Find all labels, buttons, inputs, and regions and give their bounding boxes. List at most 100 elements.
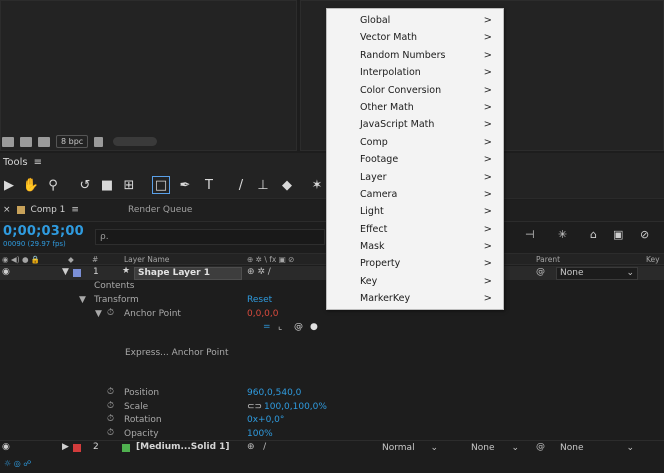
expand-triangle-icon[interactable]: ▼ <box>62 267 69 277</box>
layer-search-input[interactable]: ρ. <box>95 229 325 245</box>
pen-tool-icon[interactable]: ✒ <box>176 176 194 194</box>
column-parent[interactable]: Parent <box>536 255 560 264</box>
motion-blur-icon[interactable]: ▣ <box>613 228 623 241</box>
blend-mode-select[interactable]: Normal ⌄ <box>378 442 442 455</box>
video-toggle-icon[interactable]: ◉ <box>2 267 10 277</box>
expand-triangle-icon[interactable]: ▼ <box>79 295 86 305</box>
tab-render-queue[interactable]: Render Queue <box>128 205 192 215</box>
stopwatch-icon[interactable]: ⏱ <box>107 308 114 318</box>
stopwatch-icon[interactable]: ⏱ <box>107 428 114 438</box>
pickwhip-icon[interactable]: @ <box>294 322 303 332</box>
video-toggle-icon[interactable]: ◉ <box>2 442 10 452</box>
eraser-tool-icon[interactable]: ◆ <box>278 176 296 194</box>
opacity-value[interactable]: 100% <box>247 429 273 439</box>
layer-label-color[interactable] <box>73 444 81 452</box>
contents-group[interactable]: Contents <box>94 281 134 291</box>
menu-item-camera[interactable]: Camera > <box>327 186 503 203</box>
menu-item-javascript-math[interactable]: JavaScript Math > <box>327 116 503 133</box>
rotation-value[interactable]: 0x+0,0° <box>247 415 284 425</box>
graph-editor-icon[interactable]: ⊘ <box>640 228 649 241</box>
menu-item-color-conversion[interactable]: Color Conversion > <box>327 82 503 99</box>
track-matte-select[interactable]: None ⌄ <box>467 442 523 455</box>
language-menu-icon[interactable]: ● <box>310 322 318 332</box>
timeline-footer-icons[interactable]: ☼ ◎ ☍ <box>4 459 31 468</box>
stopwatch-icon[interactable]: ⏱ <box>107 387 114 397</box>
submenu-arrow-icon: > <box>483 206 492 218</box>
selection-tool-icon[interactable]: ▶ <box>0 176 18 194</box>
menu-item-light[interactable]: Light > <box>327 203 503 220</box>
submenu-arrow-icon: > <box>483 101 492 113</box>
menu-item-interpolation[interactable]: Interpolation > <box>327 64 503 81</box>
pickwhip-icon[interactable]: @ <box>536 267 545 277</box>
puppet-tool-icon[interactable]: ✶ <box>308 176 326 194</box>
layer-row[interactable]: ◉ ▶ 2 [Medium...Solid 1] ⊕ / Normal ⌄ No… <box>0 440 664 454</box>
submenu-arrow-icon: > <box>483 293 492 305</box>
constrain-proportions-icon[interactable]: ⊂⊃ <box>247 402 262 412</box>
menu-item-layer[interactable]: Layer > <box>327 169 503 186</box>
menu-item-key[interactable]: Key > <box>327 273 503 290</box>
pan-behind-tool-icon[interactable]: ⊞ <box>120 176 138 194</box>
current-time-display[interactable]: 0;00;03;00 <box>3 224 84 239</box>
expand-triangle-icon[interactable]: ▼ <box>95 309 102 319</box>
graph-icon[interactable]: ⌞ <box>278 322 282 332</box>
menu-item-property[interactable]: Property > <box>327 255 503 272</box>
stopwatch-icon[interactable]: ⏱ <box>107 401 114 411</box>
anchor-point-value[interactable]: 0,0,0,0 <box>247 309 279 319</box>
new-folder-icon[interactable] <box>20 136 32 147</box>
bit-depth-button[interactable]: 8 bpc <box>56 135 89 148</box>
menu-item-comp[interactable]: Comp > <box>327 134 503 151</box>
solid-layer-icon <box>122 444 130 452</box>
rectangle-tool-icon[interactable]: □ <box>152 176 170 194</box>
rotate-tool-icon[interactable]: ↺ <box>76 176 94 194</box>
project-footer: 8 bpc <box>0 133 297 150</box>
transform-group[interactable]: Transform <box>94 295 139 305</box>
parent-select[interactable]: None ⌄ <box>556 442 638 455</box>
menu-item-other-math[interactable]: Other Math > <box>327 99 503 116</box>
layer-switches[interactable]: ⊕ / <box>247 442 266 452</box>
parent-select[interactable]: None ⌄ <box>556 267 638 280</box>
shy-layers-icon[interactable]: ✳ <box>558 228 567 241</box>
frame-blending-icon[interactable]: ⌂ <box>590 228 597 241</box>
menu-item-markerkey[interactable]: MarkerKey > <box>327 290 503 307</box>
scale-value[interactable]: 100,0,100,0% <box>264 402 327 412</box>
submenu-arrow-icon: > <box>483 171 492 183</box>
menu-item-global[interactable]: Global > <box>327 12 503 29</box>
expression-field[interactable]: Express... Anchor Point <box>125 348 229 358</box>
layer-name[interactable]: Shape Layer 1 <box>134 267 242 280</box>
brush-tool-icon[interactable]: / <box>232 176 250 194</box>
layer-name[interactable]: [Medium...Solid 1] <box>136 442 230 452</box>
tab-comp[interactable]: × Comp 1 ≡ <box>3 205 79 215</box>
label-column-icon[interactable]: ◆ <box>68 255 74 264</box>
camera-tool-icon[interactable]: ■ <box>98 176 116 194</box>
layer-label-color[interactable] <box>73 269 81 277</box>
zoom-tool-icon[interactable]: ⚲ <box>44 176 62 194</box>
menu-item-effect[interactable]: Effect > <box>327 221 503 238</box>
column-layer-name[interactable]: Layer Name <box>124 255 169 264</box>
stopwatch-icon[interactable]: ⏱ <box>107 414 114 424</box>
layer-switches[interactable]: ⊕ ✲ / <box>247 267 271 277</box>
menu-item-vector-math[interactable]: Vector Math > <box>327 29 503 46</box>
expression-enable-icon[interactable]: = <box>263 322 271 332</box>
panel-menu-icon[interactable]: ≡ <box>71 205 79 215</box>
menu-item-random-numbers[interactable]: Random Numbers > <box>327 47 503 64</box>
submenu-arrow-icon: > <box>483 49 492 61</box>
reset-link[interactable]: Reset <box>247 295 272 305</box>
interpret-footage-icon[interactable] <box>2 136 14 147</box>
menu-item-mask[interactable]: Mask > <box>327 238 503 255</box>
trash-icon[interactable] <box>94 136 104 147</box>
position-value[interactable]: 960,0,540,0 <box>247 388 301 398</box>
column-keys[interactable]: Key <box>646 255 660 264</box>
menu-item-label: Comp <box>360 136 388 148</box>
close-icon[interactable]: × <box>3 205 11 215</box>
anchor-point-label: Anchor Point <box>124 309 181 319</box>
menu-item-footage[interactable]: Footage > <box>327 151 503 168</box>
draft-3d-icon[interactable]: ⊣ <box>525 228 535 241</box>
hand-tool-icon[interactable]: ✋ <box>22 176 40 194</box>
panel-menu-icon[interactable]: ≡ <box>34 157 42 168</box>
type-tool-icon[interactable]: T <box>200 176 218 194</box>
clone-stamp-tool-icon[interactable]: ⊥ <box>254 176 272 194</box>
project-scrollbar[interactable] <box>113 137 158 146</box>
new-composition-icon[interactable] <box>38 136 50 147</box>
expand-triangle-icon[interactable]: ▶ <box>62 442 69 452</box>
pickwhip-icon[interactable]: @ <box>536 442 545 452</box>
